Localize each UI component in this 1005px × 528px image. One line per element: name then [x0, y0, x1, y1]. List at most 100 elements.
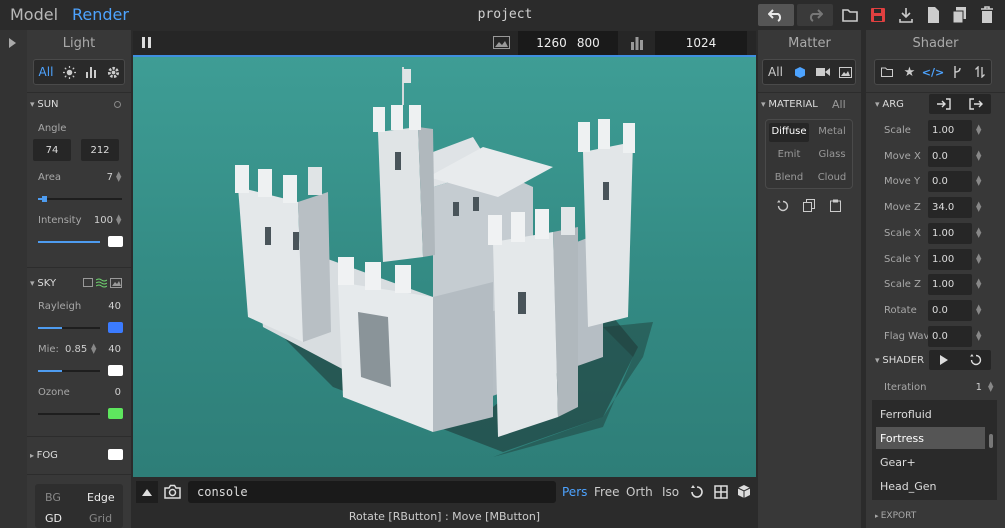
ozone-value[interactable]: 0	[97, 387, 121, 398]
arg-value-input[interactable]: 34.0	[928, 197, 972, 219]
copy-material-icon[interactable]	[803, 199, 815, 212]
angle-input-1[interactable]: 74	[33, 139, 71, 161]
mie-slider[interactable]	[38, 370, 100, 372]
arg-value-input[interactable]: 0.0	[928, 171, 972, 193]
save-icon[interactable]	[870, 6, 886, 24]
rayleigh-value[interactable]: 40	[97, 301, 121, 312]
sky-wave-icon[interactable]	[96, 278, 107, 288]
mie-value[interactable]: 40	[103, 344, 121, 355]
view-mode-free[interactable]: Free	[594, 485, 619, 499]
export-icon[interactable]	[969, 98, 983, 110]
ozone-slider[interactable]	[38, 413, 100, 415]
intensity-value[interactable]: 100	[89, 215, 113, 226]
gear-icon[interactable]	[102, 60, 124, 84]
arg-stepper[interactable]: ▲ ▼	[976, 252, 981, 264]
ozone-color-swatch[interactable]	[108, 408, 123, 419]
video-filter-icon[interactable]	[811, 60, 834, 84]
material-glass[interactable]: Glass	[812, 149, 852, 160]
shader-list-item[interactable]: Fortress	[876, 427, 985, 449]
sky-box-icon[interactable]	[83, 278, 93, 287]
arg-stepper[interactable]: ▲ ▼	[976, 329, 981, 341]
material-cloud[interactable]: Cloud	[812, 172, 852, 183]
arg-value-input[interactable]: 0.0	[928, 145, 972, 167]
sun-section-heading[interactable]: SUN	[30, 99, 58, 110]
area-value[interactable]: 7	[97, 172, 113, 183]
intensity-color-swatch[interactable]	[108, 236, 123, 247]
iteration-stepper[interactable]: ▲ ▼	[988, 381, 993, 393]
star-filter-icon[interactable]: ★	[898, 60, 921, 84]
layout-grid-icon[interactable]	[714, 485, 728, 499]
sky-image-icon[interactable]	[110, 278, 122, 288]
open-folder-icon[interactable]	[842, 6, 858, 24]
material-emit[interactable]: Emit	[769, 149, 809, 160]
arg-value-input[interactable]: 1.00	[928, 248, 972, 270]
angle-input-2[interactable]: 212	[81, 139, 119, 161]
fog-color-swatch[interactable]	[108, 449, 123, 460]
area-slider[interactable]	[38, 196, 122, 202]
export-section-heading[interactable]: ▸ EXPORT	[875, 511, 916, 521]
arg-stepper[interactable]: ▲ ▼	[976, 226, 981, 238]
mie-factor[interactable]: 0.85	[65, 344, 87, 355]
resolution-height[interactable]: 800	[577, 36, 600, 50]
fog-section-heading[interactable]: ▸ FOG	[30, 450, 58, 461]
view-mode-orth[interactable]: Orth	[626, 485, 653, 499]
console-input[interactable]: console	[188, 481, 556, 503]
sun-filter-icon[interactable]	[58, 60, 80, 84]
arg-stepper[interactable]: ▲ ▼	[976, 303, 981, 315]
arg-stepper[interactable]: ▲ ▼	[976, 175, 981, 187]
download-icon[interactable]	[898, 6, 914, 24]
arg-value-input[interactable]: 1.00	[928, 222, 972, 244]
gd-toggle[interactable]: GD	[45, 512, 62, 525]
edge-toggle[interactable]: Edge	[87, 491, 115, 504]
rayleigh-color-swatch[interactable]	[108, 322, 123, 333]
project-title[interactable]: project	[420, 7, 590, 22]
shader-list-item[interactable]: Head_Gen	[876, 475, 985, 497]
reload-icon[interactable]	[970, 354, 982, 366]
undo-button[interactable]	[758, 4, 794, 26]
copy-file-icon[interactable]	[952, 6, 968, 24]
grid-toggle[interactable]: Grid	[89, 512, 112, 525]
tab-model[interactable]: Model	[10, 5, 58, 24]
render-viewport[interactable]	[133, 55, 756, 477]
new-file-icon[interactable]	[925, 6, 941, 24]
arg-value-input[interactable]: 0.0	[928, 299, 972, 321]
trash-icon[interactable]	[979, 6, 995, 24]
iteration-value[interactable]: 1	[966, 382, 982, 393]
collapse-strip[interactable]	[0, 30, 27, 528]
shader-list-item[interactable]: Ferrofluid	[876, 403, 985, 425]
shader-list-item[interactable]: Gear+	[876, 451, 985, 473]
view-mode-iso[interactable]: Iso	[662, 485, 679, 499]
expand-up-button[interactable]	[136, 481, 158, 503]
reset-view-icon[interactable]	[690, 485, 704, 499]
shader-list-scrollbar[interactable]	[989, 434, 993, 448]
cube-icon[interactable]	[737, 484, 751, 499]
reset-material-icon[interactable]	[777, 200, 789, 212]
material-diffuse[interactable]: Diffuse	[769, 126, 809, 137]
resolution-field[interactable]: 1260 800	[518, 31, 618, 55]
arg-stepper[interactable]: ▲ ▼	[976, 149, 981, 161]
samples-chart-icon[interactable]	[630, 36, 644, 50]
arg-stepper[interactable]: ▲ ▼	[976, 278, 981, 290]
mie-factor-stepper[interactable]: ▲ ▼	[91, 343, 96, 355]
arg-value-input[interactable]: 0.0	[928, 325, 972, 347]
view-mode-pers[interactable]: Pers	[562, 485, 587, 499]
arg-stepper[interactable]: ▲ ▼	[976, 124, 981, 136]
shader-section-heading[interactable]: SHADER	[875, 355, 924, 366]
intensity-stepper[interactable]: ▲ ▼	[116, 214, 121, 226]
mie-color-swatch[interactable]	[108, 365, 123, 376]
matter-filter-all[interactable]: All	[763, 60, 788, 84]
samples-field[interactable]: 1024	[655, 31, 747, 55]
sky-section-heading[interactable]: SKY	[30, 278, 56, 289]
arg-section-heading[interactable]: ARG	[875, 99, 904, 110]
branch-filter-icon[interactable]	[945, 60, 968, 84]
arg-value-input[interactable]: 1.00	[928, 274, 972, 296]
sort-filter-icon[interactable]	[968, 60, 991, 84]
resolution-width[interactable]: 1260	[536, 36, 567, 50]
sun-toggle-icon[interactable]	[114, 101, 121, 108]
area-slider-knob[interactable]	[42, 196, 48, 202]
tab-render[interactable]: Render	[72, 5, 129, 24]
intensity-slider[interactable]	[38, 241, 100, 243]
arg-stepper[interactable]: ▲ ▼	[976, 201, 981, 213]
light-filter-all[interactable]: All	[34, 60, 58, 84]
area-stepper[interactable]: ▲ ▼	[116, 171, 121, 183]
